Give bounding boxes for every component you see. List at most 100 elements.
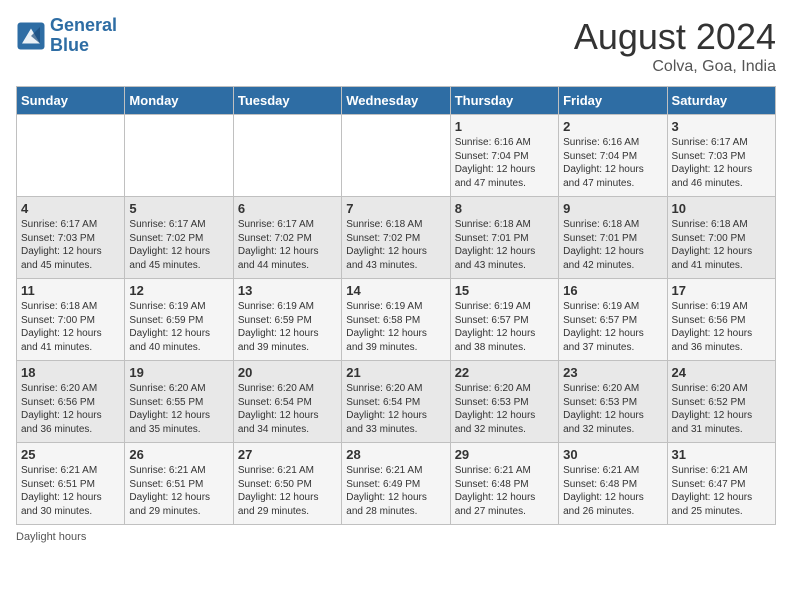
calendar-cell: 14 Sunrise: 6:19 AM Sunset: 6:58 PM Dayli…	[342, 279, 450, 361]
cell-info: Sunrise: 6:19 AM Sunset: 6:59 PM Dayligh…	[238, 300, 337, 354]
day-number: 5	[129, 201, 228, 216]
calendar-cell	[342, 115, 450, 197]
cell-info: Sunrise: 6:17 AM Sunset: 7:02 PM Dayligh…	[129, 218, 228, 272]
cell-info: Sunrise: 6:21 AM Sunset: 6:49 PM Dayligh…	[346, 464, 445, 518]
cell-info: Sunrise: 6:19 AM Sunset: 6:59 PM Dayligh…	[129, 300, 228, 354]
day-header-saturday: Saturday	[667, 87, 775, 115]
footer: Daylight hours	[16, 531, 776, 543]
calendar-cell: 9 Sunrise: 6:18 AM Sunset: 7:01 PM Daylig…	[559, 197, 667, 279]
cell-info: Sunrise: 6:18 AM Sunset: 7:00 PM Dayligh…	[672, 218, 771, 272]
day-header-sunday: Sunday	[17, 87, 125, 115]
calendar-cell: 16 Sunrise: 6:19 AM Sunset: 6:57 PM Dayli…	[559, 279, 667, 361]
calendar-cell: 26Sunrise: 6:21 AM Sunset: 6:51 PM Dayli…	[125, 443, 233, 525]
day-number: 19	[129, 365, 228, 380]
cell-info: Sunrise: 6:16 AM Sunset: 7:04 PM Dayligh…	[455, 136, 554, 190]
cell-info: Sunrise: 6:19 AM Sunset: 6:57 PM Dayligh…	[563, 300, 662, 354]
day-number: 7	[346, 201, 445, 216]
calendar-cell: 6Sunrise: 6:17 AM Sunset: 7:02 PM Daylig…	[233, 197, 341, 279]
day-number: 11	[21, 283, 120, 298]
cell-info: Sunrise: 6:21 AM Sunset: 6:51 PM Dayligh…	[129, 464, 228, 518]
month-title: August 2024	[574, 16, 776, 58]
calendar-cell: 25 Sunrise: 6:21 AM Sunset: 6:51 PM Dayli…	[17, 443, 125, 525]
calendar-cell: 1Sunrise: 6:16 AM Sunset: 7:04 PM Daylig…	[450, 115, 558, 197]
day-number: 17	[672, 283, 771, 298]
day-number: 8	[455, 201, 554, 216]
calendar-table: SundayMondayTuesdayWednesdayThursdayFrid…	[16, 86, 776, 525]
calendar-cell: 30 Sunrise: 6:21 AM Sunset: 6:48 PM Dayli…	[559, 443, 667, 525]
calendar-cell	[233, 115, 341, 197]
cell-info: Sunrise: 6:20 AM Sunset: 6:53 PM Dayligh…	[455, 382, 554, 436]
cell-info: Sunrise: 6:20 AM Sunset: 6:52 PM Dayligh…	[672, 382, 771, 436]
cell-info: Sunrise: 6:18 AM Sunset: 7:00 PM Dayligh…	[21, 300, 120, 354]
calendar-cell: 5 Sunrise: 6:17 AM Sunset: 7:02 PM Daylig…	[125, 197, 233, 279]
calendar-cell: 28 Sunrise: 6:21 AM Sunset: 6:49 PM Dayli…	[342, 443, 450, 525]
day-number: 3	[672, 119, 771, 134]
logo-text: General Blue	[50, 16, 117, 56]
day-number: 15	[455, 283, 554, 298]
day-number: 9	[563, 201, 662, 216]
calendar-cell: 4 Sunrise: 6:17 AM Sunset: 7:03 PM Daylig…	[17, 197, 125, 279]
calendar-header: SundayMondayTuesdayWednesdayThursdayFrid…	[17, 87, 776, 115]
calendar-cell: 29Sunrise: 6:21 AM Sunset: 6:48 PM Dayli…	[450, 443, 558, 525]
cell-info: Sunrise: 6:21 AM Sunset: 6:51 PM Dayligh…	[21, 464, 120, 518]
calendar-cell: 10 Sunrise: 6:18 AM Sunset: 7:00 PM Dayli…	[667, 197, 775, 279]
calendar-cell: 20 Sunrise: 6:20 AM Sunset: 6:54 PM Dayli…	[233, 361, 341, 443]
day-number: 21	[346, 365, 445, 380]
calendar-cell: 7 Sunrise: 6:18 AM Sunset: 7:02 PM Daylig…	[342, 197, 450, 279]
calendar-cell: 11 Sunrise: 6:18 AM Sunset: 7:00 PM Dayli…	[17, 279, 125, 361]
day-number: 13	[238, 283, 337, 298]
calendar-cell: 17 Sunrise: 6:19 AM Sunset: 6:56 PM Dayli…	[667, 279, 775, 361]
calendar-cell: 13 Sunrise: 6:19 AM Sunset: 6:59 PM Dayli…	[233, 279, 341, 361]
day-number: 31	[672, 447, 771, 462]
cell-info: Sunrise: 6:20 AM Sunset: 6:53 PM Dayligh…	[563, 382, 662, 436]
calendar-cell	[125, 115, 233, 197]
day-number: 30	[563, 447, 662, 462]
day-header-tuesday: Tuesday	[233, 87, 341, 115]
cell-info: Sunrise: 6:17 AM Sunset: 7:03 PM Dayligh…	[21, 218, 120, 272]
cell-info: Sunrise: 6:18 AM Sunset: 7:01 PM Dayligh…	[563, 218, 662, 272]
calendar-cell	[17, 115, 125, 197]
cell-info: Sunrise: 6:18 AM Sunset: 7:01 PM Dayligh…	[455, 218, 554, 272]
cell-info: Sunrise: 6:20 AM Sunset: 6:54 PM Dayligh…	[238, 382, 337, 436]
day-number: 2	[563, 119, 662, 134]
day-number: 12	[129, 283, 228, 298]
day-number: 4	[21, 201, 120, 216]
day-number: 16	[563, 283, 662, 298]
day-number: 14	[346, 283, 445, 298]
cell-info: Sunrise: 6:17 AM Sunset: 7:02 PM Dayligh…	[238, 218, 337, 272]
day-number: 25	[21, 447, 120, 462]
calendar-week-2: 11 Sunrise: 6:18 AM Sunset: 7:00 PM Dayli…	[17, 279, 776, 361]
footer-text: Daylight hours	[16, 531, 86, 543]
day-number: 20	[238, 365, 337, 380]
cell-info: Sunrise: 6:19 AM Sunset: 6:56 PM Dayligh…	[672, 300, 771, 354]
cell-info: Sunrise: 6:20 AM Sunset: 6:55 PM Dayligh…	[129, 382, 228, 436]
day-number: 24	[672, 365, 771, 380]
calendar-cell: 22Sunrise: 6:20 AM Sunset: 6:53 PM Dayli…	[450, 361, 558, 443]
day-number: 28	[346, 447, 445, 462]
day-number: 10	[672, 201, 771, 216]
day-number: 23	[563, 365, 662, 380]
calendar-cell: 2Sunrise: 6:16 AM Sunset: 7:04 PM Daylig…	[559, 115, 667, 197]
calendar-week-0: 1Sunrise: 6:16 AM Sunset: 7:04 PM Daylig…	[17, 115, 776, 197]
cell-info: Sunrise: 6:21 AM Sunset: 6:48 PM Dayligh…	[563, 464, 662, 518]
calendar-cell: 18Sunrise: 6:20 AM Sunset: 6:56 PM Dayli…	[17, 361, 125, 443]
calendar-cell: 15 Sunrise: 6:19 AM Sunset: 6:57 PM Dayli…	[450, 279, 558, 361]
calendar-week-1: 4 Sunrise: 6:17 AM Sunset: 7:03 PM Daylig…	[17, 197, 776, 279]
day-header-thursday: Thursday	[450, 87, 558, 115]
cell-info: Sunrise: 6:19 AM Sunset: 6:57 PM Dayligh…	[455, 300, 554, 354]
cell-info: Sunrise: 6:20 AM Sunset: 6:54 PM Dayligh…	[346, 382, 445, 436]
day-header-monday: Monday	[125, 87, 233, 115]
day-number: 29	[455, 447, 554, 462]
calendar-cell: 31 Sunrise: 6:21 AM Sunset: 6:47 PM Dayli…	[667, 443, 775, 525]
cell-info: Sunrise: 6:17 AM Sunset: 7:03 PM Dayligh…	[672, 136, 771, 190]
day-number: 27	[238, 447, 337, 462]
calendar-cell: 23 Sunrise: 6:20 AM Sunset: 6:53 PM Dayli…	[559, 361, 667, 443]
calendar-cell: 8 Sunrise: 6:18 AM Sunset: 7:01 PM Daylig…	[450, 197, 558, 279]
page-header: General Blue August 2024 Colva, Goa, Ind…	[16, 16, 776, 76]
cell-info: Sunrise: 6:19 AM Sunset: 6:58 PM Dayligh…	[346, 300, 445, 354]
cell-info: Sunrise: 6:21 AM Sunset: 6:47 PM Dayligh…	[672, 464, 771, 518]
logo: General Blue	[16, 16, 117, 56]
calendar-cell: 3 Sunrise: 6:17 AM Sunset: 7:03 PM Daylig…	[667, 115, 775, 197]
calendar-cell: 19 Sunrise: 6:20 AM Sunset: 6:55 PM Dayli…	[125, 361, 233, 443]
cell-info: Sunrise: 6:18 AM Sunset: 7:02 PM Dayligh…	[346, 218, 445, 272]
